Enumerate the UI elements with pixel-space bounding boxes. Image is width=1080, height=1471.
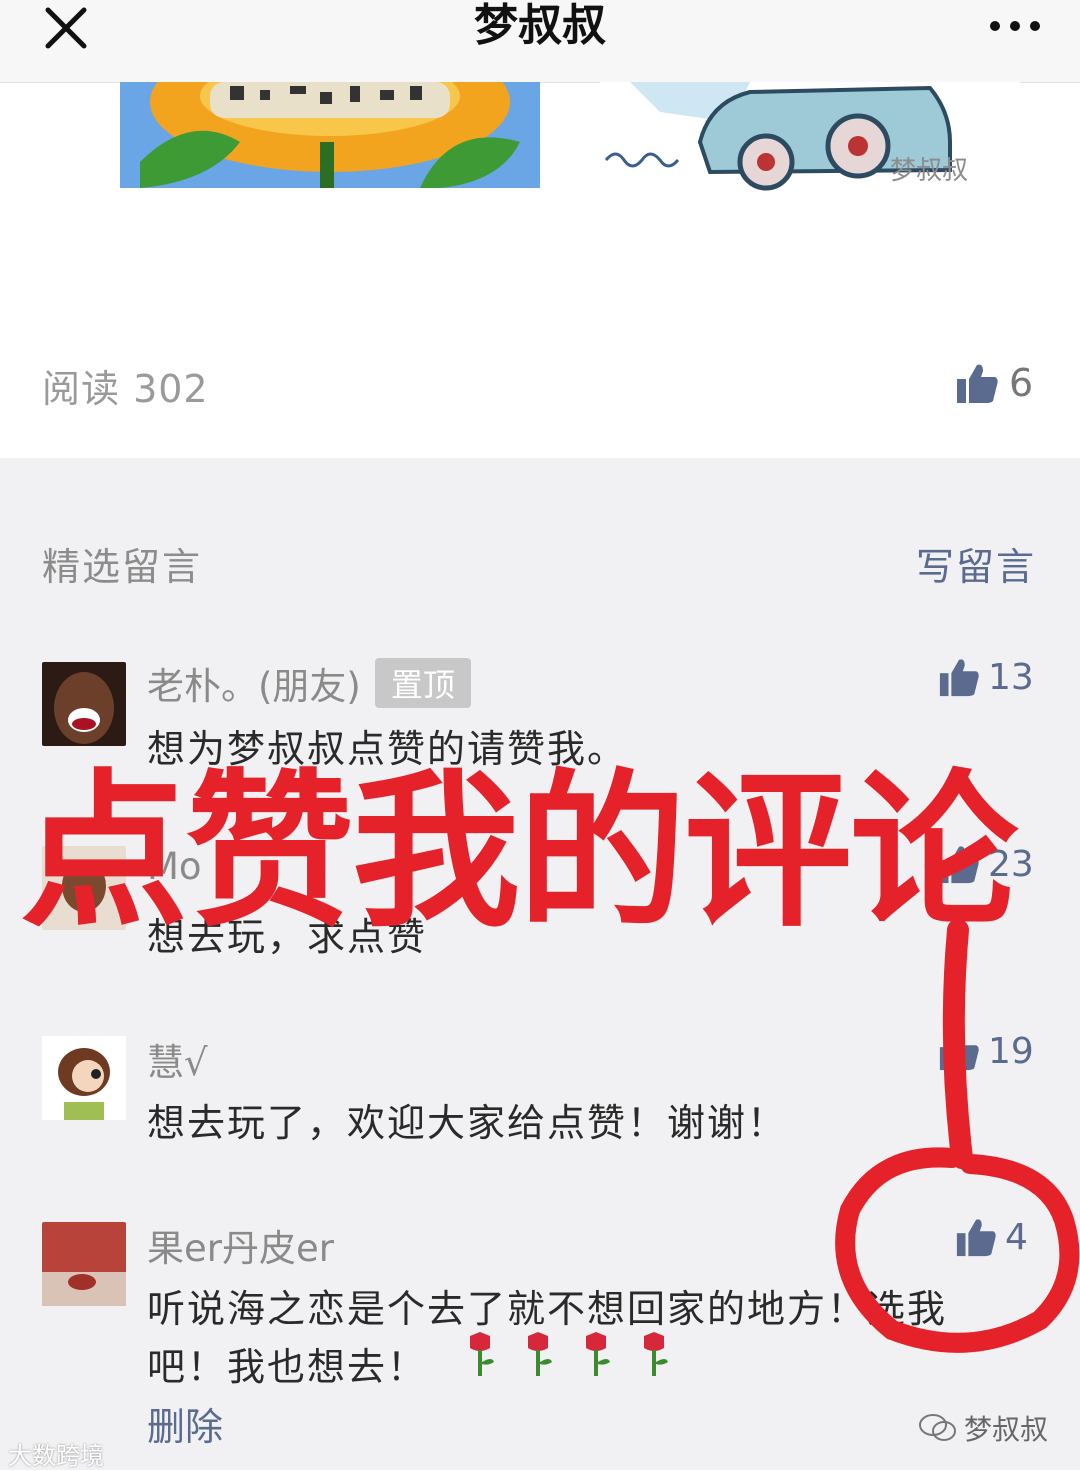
delete-comment-link[interactable]: 删除 bbox=[147, 1396, 223, 1451]
comment-text: 想去玩了，欢迎大家给点赞！谢谢！ bbox=[147, 1101, 788, 1145]
comment-text-line: 吧！我也想去！ bbox=[147, 1345, 428, 1389]
comment-author: 慧√ bbox=[147, 1041, 208, 1084]
comment-like-button[interactable]: 13 bbox=[938, 656, 1034, 698]
bottom-left-watermark: 大数跨境 bbox=[8, 1442, 104, 1470]
article-like-button[interactable]: 6 bbox=[955, 358, 1033, 408]
avatar[interactable] bbox=[42, 1036, 126, 1120]
thumb-up-icon bbox=[939, 659, 979, 697]
page-title: 梦叔叔 bbox=[474, 0, 606, 51]
avatar[interactable] bbox=[42, 1222, 126, 1306]
rose-icon bbox=[470, 1332, 494, 1376]
rose-icon bbox=[586, 1332, 610, 1376]
image-watermark: 梦叔叔 bbox=[890, 156, 969, 186]
avatar[interactable] bbox=[42, 662, 126, 746]
comment-author: 果er丹皮er bbox=[147, 1227, 334, 1270]
write-comment-link[interactable]: 写留言 bbox=[916, 536, 1036, 591]
rose-emoji-row bbox=[462, 1332, 672, 1378]
comment-like-count: 13 bbox=[988, 656, 1034, 698]
watermark-label: 梦叔叔 bbox=[964, 1413, 1049, 1446]
comment-author: 老朴。(朋友) bbox=[147, 665, 361, 708]
thumb-up-icon bbox=[957, 364, 998, 403]
bottom-right-watermark: 梦叔叔 bbox=[918, 1408, 1048, 1448]
article-image-sunflower bbox=[120, 82, 540, 188]
annotation-circle-arrow bbox=[835, 920, 1080, 1353]
overlay-caption: 点赞我的评论 bbox=[20, 754, 1018, 950]
rose-icon bbox=[644, 1332, 668, 1376]
pinned-badge: 置顶 bbox=[374, 658, 471, 708]
more-icon[interactable] bbox=[985, 14, 1045, 38]
featured-comments-title: 精选留言 bbox=[42, 545, 203, 589]
read-count: 阅读 302 bbox=[42, 367, 209, 411]
rose-icon bbox=[528, 1332, 552, 1376]
wechat-icon bbox=[919, 1414, 956, 1441]
article-like-count: 6 bbox=[1009, 361, 1034, 405]
